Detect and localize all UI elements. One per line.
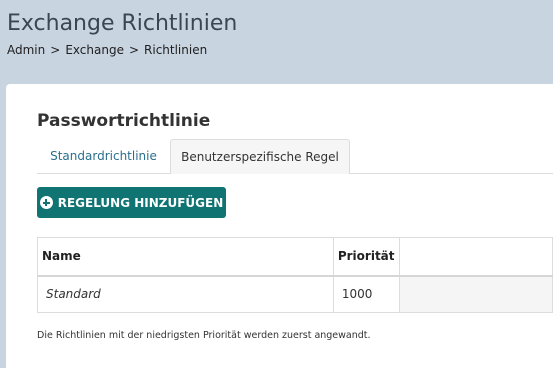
column-header-name[interactable]: Name (37, 237, 334, 277)
table-header-row: Name Priorität (37, 237, 553, 277)
breadcrumb-separator: > (128, 43, 140, 57)
breadcrumb-separator: > (50, 43, 61, 57)
content-card: Passwortrichtlinie Standardrichtlinie Be… (6, 84, 553, 368)
tab-bar: Standardrichtlinie Benutzerspezifische R… (37, 139, 553, 174)
footnote: Die Richtlinien mit der niedrigsten Prio… (37, 330, 371, 341)
breadcrumb-item-exchange[interactable]: Exchange (65, 43, 124, 57)
section-title: Passwortrichtlinie (37, 111, 211, 131)
column-header-actions (398, 237, 553, 277)
cell-name[interactable]: Standard (37, 275, 334, 313)
add-rule-button-label: REGELUNG HINZUFÜGEN (57, 195, 224, 210)
plus-circle-icon (39, 196, 53, 209)
tab-benutzerspezifische-regel[interactable]: Benutzerspezifische Regel (170, 139, 350, 174)
page-header: Exchange Richtlinien Admin > Exchange > Rich… (0, 0, 553, 84)
breadcrumb: Admin > Exchange > Richtlinien (7, 43, 207, 57)
cell-actions (398, 275, 553, 313)
page-title: Exchange Richtlinien (7, 11, 238, 36)
add-rule-button[interactable]: REGELUNG HINZUFÜGEN (37, 187, 226, 218)
breadcrumb-item-richtlinien: Richtlinien (144, 43, 208, 57)
rules-table: Name Priorität Standard 1000 (37, 237, 553, 313)
breadcrumb-item-admin[interactable]: Admin (7, 43, 45, 57)
column-header-priority[interactable]: Priorität (332, 237, 400, 277)
tab-standardrichtlinie[interactable]: Standardrichtlinie (37, 139, 170, 174)
cell-priority: 1000 (332, 275, 400, 313)
table-row[interactable]: Standard 1000 (37, 275, 553, 313)
